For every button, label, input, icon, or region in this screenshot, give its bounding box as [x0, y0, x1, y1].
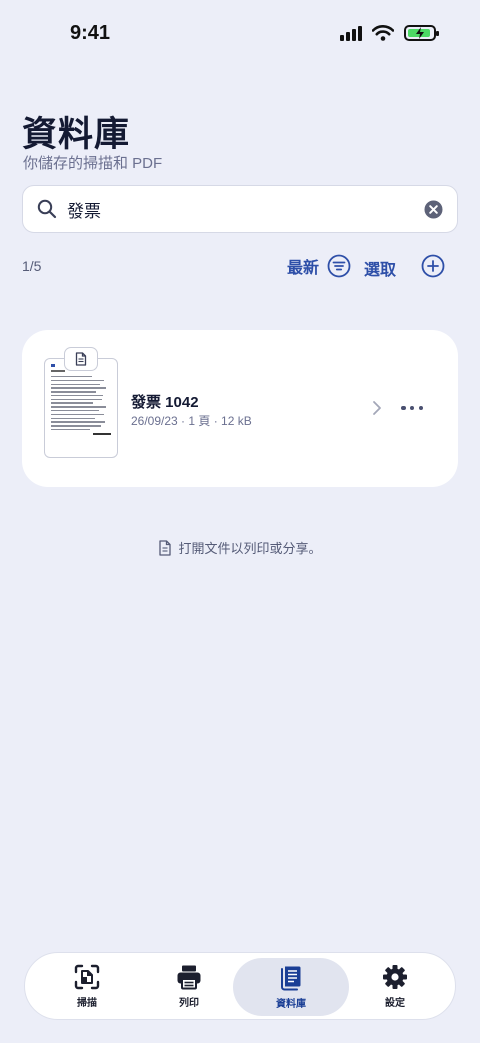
tab-settings[interactable]: 設定 [341, 953, 449, 1019]
sort-label: 最新 [287, 260, 320, 277]
page-subtitle: 你儲存的掃描和 PDF [23, 155, 163, 172]
scan-icon [74, 964, 100, 989]
document-card[interactable]: 發票 1042 26/09/23 · 1 頁 · 12 kB [22, 330, 458, 487]
tab-print[interactable]: 列印 [135, 953, 243, 1019]
select-button[interactable]: 選取 [364, 256, 396, 280]
tab-bar: 掃描 列印 資料庫 設定 [24, 952, 456, 1020]
library-icon [281, 966, 301, 990]
status-time: 9:41 [70, 22, 111, 44]
tab-label: 資料庫 [276, 998, 306, 1010]
status-icons [340, 25, 439, 41]
gear-icon [383, 964, 407, 989]
tab-label: 列印 [179, 997, 199, 1009]
search-bar[interactable] [22, 185, 458, 233]
cellular-signal-icon [340, 25, 362, 41]
tab-scan[interactable]: 掃描 [33, 953, 141, 1019]
document-title: 發票 1042 [131, 394, 199, 411]
sort-filter-icon [327, 254, 351, 278]
tab-library[interactable]: 資料庫 [233, 958, 349, 1016]
document-thumbnail [44, 358, 118, 458]
tab-label: 掃描 [77, 997, 97, 1009]
sort-button[interactable]: 最新 [287, 254, 351, 278]
search-input[interactable] [67, 186, 427, 232]
chevron-right-icon[interactable] [370, 400, 384, 416]
page-title: 資料庫 [22, 115, 131, 154]
hint-message: 打開文件以列印或分享。 [0, 538, 480, 557]
clear-search-icon[interactable] [424, 200, 443, 219]
more-options-icon[interactable] [401, 400, 423, 416]
status-bar: 9:41 [0, 0, 480, 70]
pdf-file-icon [64, 347, 98, 371]
hint-text: 打開文件以列印或分享。 [178, 541, 322, 556]
printer-icon [177, 965, 201, 989]
search-icon [37, 199, 57, 219]
wifi-icon [372, 25, 394, 41]
document-meta: 26/09/23 · 1 頁 · 12 kB [131, 414, 252, 428]
library-screen: 9:41 資料庫 你儲存的掃描和 PDF 發票 1/5 最新 選取 發票 104… [0, 0, 480, 1043]
document-icon [159, 539, 172, 556]
result-count: 1/5 [22, 258, 42, 274]
tab-label: 設定 [385, 997, 405, 1009]
add-icon[interactable] [421, 254, 445, 278]
battery-icon [404, 25, 439, 41]
